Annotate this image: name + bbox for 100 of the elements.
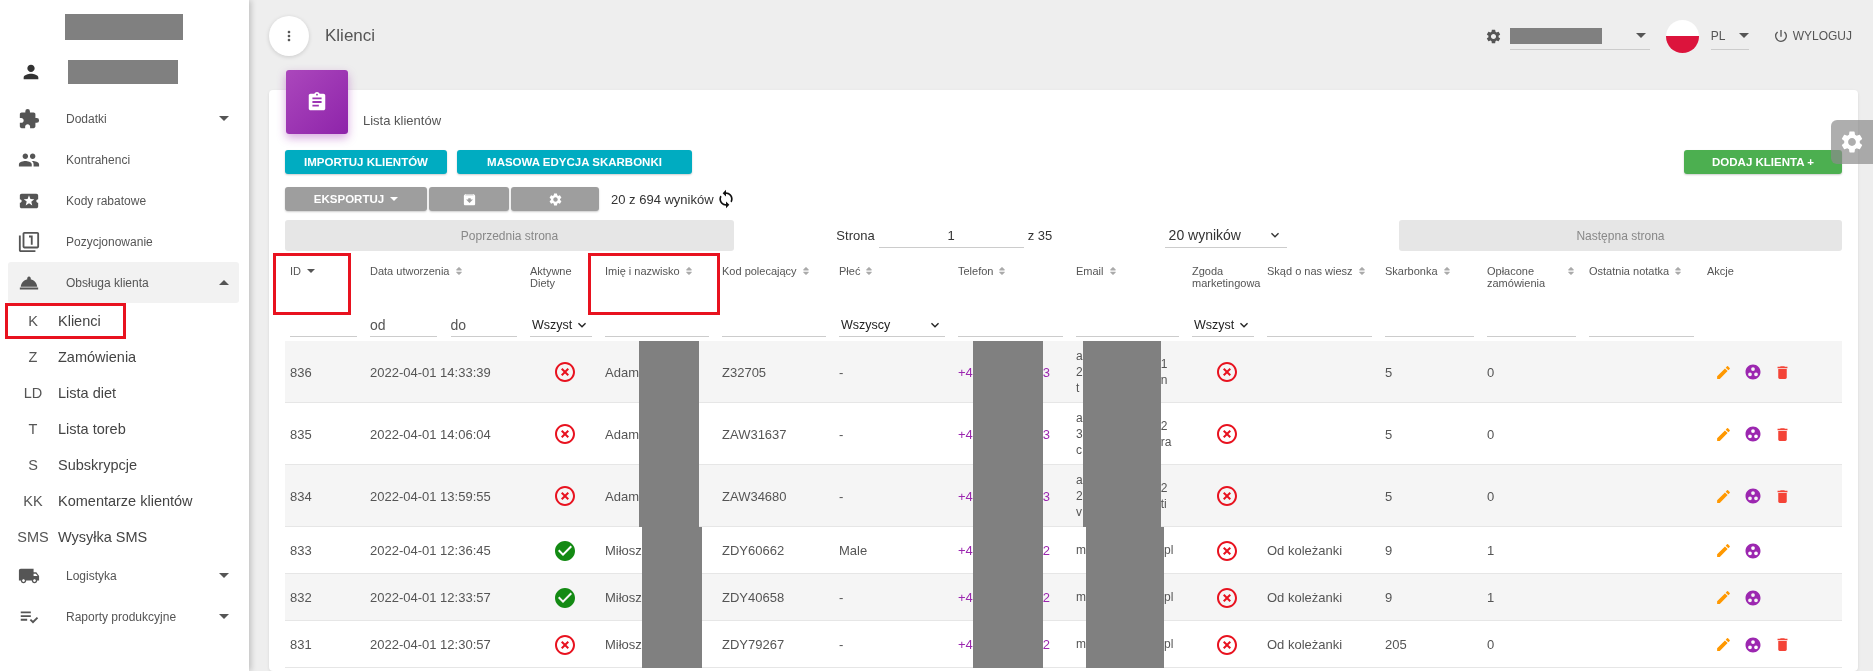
date-field[interactable]: od	[370, 313, 437, 337]
pencil-icon[interactable]	[1715, 589, 1732, 606]
date-field[interactable]: do	[450, 313, 517, 337]
column-header: Telefon	[958, 265, 994, 278]
sidebar-item[interactable]: Raporty produkcyjne	[8, 596, 239, 637]
group-icon[interactable]	[1744, 487, 1762, 505]
email-fragment: n	[1160, 372, 1168, 389]
table-cell-text: -	[838, 487, 845, 506]
pencil-icon[interactable]	[1715, 363, 1732, 381]
phone-link[interactable]: +4	[958, 426, 973, 442]
sort-icon[interactable]	[864, 266, 875, 276]
phone-link[interactable]: 2	[1042, 637, 1051, 652]
sort-icon[interactable]	[1107, 266, 1118, 276]
group-icon[interactable]	[1744, 425, 1762, 443]
puzzle-icon	[18, 107, 40, 130]
sidebar-subitem[interactable]: K Klienci	[5, 303, 126, 339]
sidebar-subitem[interactable]: KK Komentarze klientów	[5, 483, 218, 519]
filter-select[interactable]: Wszyst	[530, 313, 592, 337]
table-cell-text: 5	[1384, 363, 1394, 382]
phone-link[interactable]: 3	[1042, 364, 1051, 380]
caret-icon[interactable]	[219, 280, 229, 285]
column-header: Ostatnia notatka	[1589, 265, 1670, 278]
sidebar-item[interactable]: Logistyka	[8, 555, 239, 596]
sort-desc-icon[interactable]	[307, 269, 315, 273]
table-cell-text: 0	[1486, 636, 1496, 654]
email-fragment: v	[1076, 504, 1083, 521]
menu-button[interactable]	[269, 16, 309, 56]
phone-link[interactable]: +4	[958, 488, 973, 504]
sidebar-item[interactable]: Dodatki	[8, 98, 239, 139]
email-fragment: 2	[1076, 487, 1083, 505]
column-header: Zgoda marketingowa	[1192, 265, 1261, 290]
sidebar-subitem[interactable]: Z Zamówienia	[5, 339, 162, 375]
table-cell: Od koleżanki	[1267, 637, 1343, 652]
archive-button[interactable]	[429, 187, 509, 211]
language-select[interactable]: PL	[1710, 22, 1749, 50]
sort-icon[interactable]	[1673, 266, 1684, 276]
sort-icon[interactable]	[1566, 266, 1576, 276]
settings-icon	[1484, 27, 1502, 45]
group-icon[interactable]	[1744, 541, 1762, 560]
email-fragment: a	[1076, 471, 1083, 488]
settings-button[interactable]	[511, 187, 599, 211]
page-count: z 35	[1027, 228, 1053, 243]
column-header: Akcje	[1707, 265, 1734, 278]
redacted-block	[638, 341, 699, 403]
caret-icon[interactable]	[219, 116, 229, 121]
table-cell-text: 5	[1384, 425, 1394, 444]
sidebar-item[interactable]: Obsługa klienta	[8, 262, 239, 303]
column-header: Kod polecający	[722, 265, 797, 278]
card-title: Lista klientów	[363, 112, 442, 128]
table-cell: Od koleżanki	[1267, 590, 1343, 605]
settings-tab[interactable]	[1831, 120, 1873, 164]
group-icon[interactable]	[1744, 588, 1762, 607]
sidebar-item[interactable]: Pozycjonowanie	[8, 221, 239, 262]
column-header: Email	[1076, 265, 1104, 278]
column-header: Imię i nazwisko	[605, 265, 680, 278]
per-page-select[interactable]: 20 wyników	[1164, 223, 1287, 248]
sidebar-subitem[interactable]: SMS Wysyłka SMS	[5, 519, 173, 555]
table-cell-text: 2022-04-01 12:30:57	[369, 636, 492, 654]
sort-icon[interactable]	[1356, 266, 1367, 276]
phone-link[interactable]: +4	[958, 364, 973, 380]
page-label: Strona	[836, 228, 875, 243]
pencil-icon[interactable]	[1715, 487, 1732, 505]
phone-link[interactable]: 3	[1042, 488, 1051, 504]
sort-icon[interactable]	[453, 266, 464, 276]
phone-link[interactable]: 2	[1042, 543, 1051, 558]
sidebar-item[interactable]: Kody rabatowe	[8, 180, 239, 221]
table-cell-text: 2022-04-01 12:33:57	[369, 589, 492, 607]
pencil-icon[interactable]	[1715, 542, 1732, 559]
filter-select[interactable]: Wszyscy	[839, 313, 945, 337]
sort-icon[interactable]	[800, 266, 811, 276]
sidebar-subitem[interactable]: T Lista toreb	[5, 411, 151, 447]
phone-link[interactable]: +4	[958, 543, 973, 558]
table-cell-text: 835	[289, 425, 313, 444]
pencil-icon[interactable]	[1715, 425, 1732, 443]
phone-link[interactable]: 2	[1042, 590, 1051, 605]
phone-link[interactable]: +4	[958, 637, 973, 652]
phone-link[interactable]: +4	[958, 590, 973, 605]
email-fragment: c	[1076, 442, 1083, 459]
phone-link[interactable]: 3	[1042, 426, 1051, 442]
sidebar-item[interactable]: Kontrahenci	[8, 139, 239, 180]
caret-icon[interactable]	[219, 614, 229, 619]
sort-icon[interactable]	[997, 266, 1008, 276]
email-fragment: pl	[1164, 542, 1174, 559]
pencil-icon[interactable]	[1715, 636, 1732, 653]
table-cell-text: -	[838, 589, 845, 607]
sidebar-subitem[interactable]: S Subskrypcje	[5, 447, 162, 483]
logout-button[interactable]: WYLOGUJ	[1766, 27, 1858, 45]
table-cell-text: 2022-04-01 13:59:55	[369, 487, 492, 506]
table-cell-text: ZDY79267	[721, 636, 786, 654]
sort-icon[interactable]	[683, 266, 694, 276]
sort-icon[interactable]	[1441, 266, 1452, 276]
group-icon[interactable]	[1744, 635, 1762, 654]
group-icon[interactable]	[1744, 363, 1762, 381]
caret-icon[interactable]	[219, 573, 229, 578]
page-title: Klienci	[325, 26, 376, 46]
table-cell-text: 832	[289, 589, 313, 607]
sidebar-subitem[interactable]: LD Lista diet	[5, 375, 142, 411]
email-fragment: 1	[1160, 355, 1168, 372]
filter-select[interactable]: Wszyst	[1192, 313, 1254, 337]
email-fragment: 3	[1076, 425, 1083, 443]
